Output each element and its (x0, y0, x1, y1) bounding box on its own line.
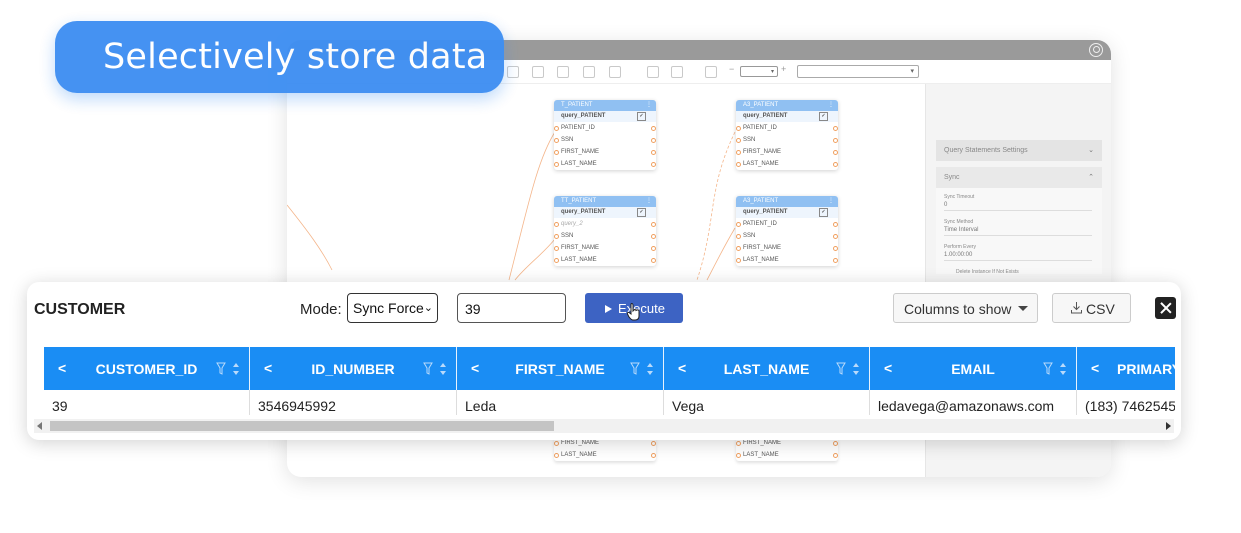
sync-method-label: Sync Method (944, 219, 974, 225)
filter-sort-icon[interactable] (216, 362, 240, 376)
caret-down-icon (1018, 306, 1028, 311)
schema-node[interactable]: FIRST_NAME LAST_NAME (736, 437, 838, 461)
node-query-2: query_2 (554, 218, 656, 230)
filter-sort-icon[interactable] (423, 362, 447, 376)
delete-instance-label: Delete Instance If Not Exists (956, 269, 1019, 275)
filter-sort-icon[interactable] (836, 362, 860, 376)
node-row: FIRST_NAME (554, 146, 656, 158)
column-header-primary[interactable]: < PRIMARY (1077, 347, 1175, 390)
execute-label: Execute (618, 301, 665, 316)
perform-every-label: Perform Every (944, 244, 976, 250)
node-row: LAST_NAME (554, 254, 656, 266)
query-statements-settings-section[interactable]: Query Statements Settings ⌄ (936, 140, 1102, 161)
mode-label: Mode: (300, 301, 342, 318)
perform-every-field[interactable]: 1.00:00:00 (944, 252, 1092, 261)
horizontal-scrollbar[interactable] (34, 419, 1174, 433)
table-cell[interactable]: Leda (457, 390, 664, 415)
schema-node[interactable]: A3_PATIENT query_PATIENT PATIENT_ID SSN … (736, 196, 838, 266)
node-row: PATIENT_ID (736, 122, 838, 134)
schema-node[interactable]: A3_PATIENT query_PATIENT PATIENT_ID SSN … (736, 100, 838, 170)
sync-timeout-label: Sync Timeout (944, 194, 975, 200)
table-cell[interactable]: 39 (44, 390, 250, 415)
sync-timeout-field[interactable]: 0 (944, 202, 1092, 211)
scroll-left-icon[interactable] (37, 422, 42, 430)
sync-section-body: Sync Timeout 0 Sync Method Time Interval… (936, 188, 1102, 275)
node-row: PATIENT_ID (736, 218, 838, 230)
node-row: LAST_NAME (554, 158, 656, 170)
schema-node[interactable]: T_PATIENT query_PATIENT PATIENT_ID SSN F… (554, 100, 656, 170)
filter-sort-icon[interactable] (1043, 362, 1067, 376)
node-title: A3_PATIENT (736, 100, 838, 111)
node-title: T_PATIENT (554, 100, 656, 111)
node-row: FIRST_NAME (736, 242, 838, 254)
column-header-last-name[interactable]: < LAST_NAME (664, 347, 870, 390)
column-header-id-number[interactable]: < ID_NUMBER (250, 347, 457, 390)
mode-select-value: Sync Force (353, 300, 424, 316)
node-row: LAST_NAME (736, 254, 838, 266)
node-row: FIRST_NAME (736, 146, 838, 158)
section-label: Sync (944, 174, 960, 181)
node-row: SSN (736, 230, 838, 242)
play-icon (605, 305, 612, 313)
node-title: TT_PATIENT (554, 196, 656, 207)
hand-cursor-icon (627, 303, 640, 321)
chevron-down-icon: ⌄ (423, 302, 433, 314)
node-row: LAST_NAME (554, 449, 656, 461)
csv-label: CSV (1086, 301, 1115, 317)
filter-sort-icon[interactable] (630, 362, 654, 376)
sync-method-field[interactable]: Time Interval (944, 227, 1092, 236)
table-cell[interactable]: 3546945992 (250, 390, 457, 415)
node-query: query_PATIENT (554, 207, 656, 218)
schema-node[interactable]: FIRST_NAME LAST_NAME (554, 437, 656, 461)
sync-section[interactable]: Sync ⌃ (936, 167, 1102, 188)
id-input[interactable]: 39 (457, 293, 566, 323)
node-title: A3_PATIENT (736, 196, 838, 207)
badge-text: Selectively store data (103, 37, 488, 77)
schema-node[interactable]: TT_PATIENT query_PATIENT query_2 SSN FIR… (554, 196, 656, 266)
node-query: query_PATIENT (736, 111, 838, 122)
close-button[interactable] (1155, 297, 1176, 319)
mode-select[interactable]: Sync Force ⌄ (347, 293, 438, 323)
feature-badge: Selectively store data (55, 21, 504, 93)
section-label: Query Statements Settings (944, 147, 1028, 154)
scroll-right-icon[interactable] (1166, 422, 1171, 430)
download-icon (1071, 302, 1082, 314)
column-header-first-name[interactable]: < FIRST_NAME (457, 347, 664, 390)
node-row: SSN (554, 134, 656, 146)
columns-to-show-dropdown[interactable]: Columns to show (893, 293, 1038, 323)
node-row: LAST_NAME (736, 449, 838, 461)
node-row: PATIENT_ID (554, 122, 656, 134)
chevron-up-icon: ⌃ (1088, 174, 1094, 181)
chevron-left-icon[interactable]: < (1091, 360, 1099, 376)
scrollbar-thumb[interactable] (50, 421, 554, 431)
panel-title: CUSTOMER (34, 301, 126, 318)
node-row: SSN (554, 230, 656, 242)
column-header-email[interactable]: < EMAIL (870, 347, 1077, 390)
table-cell[interactable]: ledavega@amazonaws.com (870, 390, 1077, 415)
chevron-down-icon: ⌄ (1088, 147, 1094, 154)
node-row: SSN (736, 134, 838, 146)
table-cell[interactable]: (183) 7462545 (1077, 390, 1175, 415)
node-query: query_PATIENT (736, 207, 838, 218)
columns-label: Columns to show (904, 301, 1012, 317)
node-row: LAST_NAME (736, 158, 838, 170)
table-cell[interactable]: Vega (664, 390, 870, 415)
csv-export-button[interactable]: CSV (1052, 293, 1131, 323)
customer-data-panel: CUSTOMER Mode: Sync Force ⌄ 39 Execute C… (27, 282, 1181, 440)
column-header-customer-id[interactable]: < CUSTOMER_ID (44, 347, 250, 390)
data-grid: < CUSTOMER_ID < ID_NUMBER < FIRST_NAME <… (44, 347, 1175, 415)
node-query: query_PATIENT (554, 111, 656, 122)
column-header-label: PRIMARY (1117, 361, 1175, 377)
node-row: FIRST_NAME (554, 242, 656, 254)
